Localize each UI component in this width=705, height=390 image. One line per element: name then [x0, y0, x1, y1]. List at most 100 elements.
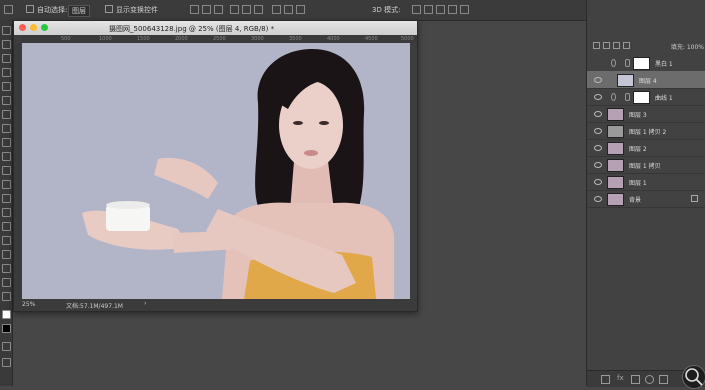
gradient-icon[interactable]	[2, 180, 11, 189]
healing-brush-icon[interactable]	[2, 110, 11, 119]
mask-icon[interactable]	[631, 375, 640, 384]
distribute-icon[interactable]	[284, 5, 293, 14]
layer-name: 图层 3	[629, 112, 647, 119]
layer-thumbnail	[633, 57, 650, 70]
align-top-icon[interactable]	[190, 5, 199, 14]
align-center-icon[interactable]	[242, 5, 251, 14]
align-bottom-icon[interactable]	[214, 5, 223, 14]
layer-row[interactable]: 曲线 1	[587, 88, 705, 106]
layer-row[interactable]: 图层 1 拷贝	[587, 156, 705, 174]
visibility-eye-icon[interactable]	[594, 162, 602, 168]
auto-select-label: 自动选择:	[37, 6, 68, 14]
document-titlebar[interactable]: 摄图网_500643128.jpg @ 25% (图层 4, RGB/8) *	[14, 21, 417, 35]
fx-icon[interactable]: fx	[617, 374, 624, 382]
layer-thumbnail	[607, 193, 624, 206]
type-icon[interactable]	[2, 236, 11, 245]
lock-transparency-icon[interactable]	[593, 42, 600, 49]
screen-mode-icon[interactable]	[2, 358, 11, 367]
layer-row[interactable]: 图层 1 拷贝 2	[587, 122, 705, 140]
3d-rotate-icon[interactable]	[412, 5, 421, 14]
align-middle-icon[interactable]	[202, 5, 211, 14]
blur-icon[interactable]	[2, 194, 11, 203]
quick-select-icon[interactable]	[2, 68, 11, 77]
foreground-color-icon[interactable]	[2, 310, 11, 319]
maximize-button[interactable]	[41, 24, 48, 31]
visibility-eye-icon[interactable]	[594, 94, 602, 100]
status-menu-arrow[interactable]: ›	[144, 300, 146, 307]
link-icon[interactable]	[601, 375, 610, 384]
layer-row[interactable]: 图层 2	[587, 139, 705, 157]
adjustment-icon	[611, 59, 616, 67]
marquee-icon[interactable]	[2, 40, 11, 49]
layer-row[interactable]: 黑白 1	[587, 54, 705, 72]
move-tool-icon[interactable]	[4, 5, 13, 14]
align-left-icon[interactable]	[230, 5, 239, 14]
layers-panel-header	[587, 0, 705, 49]
layer-thumbnail	[617, 74, 634, 87]
layers-panel-footer: fx	[587, 365, 705, 389]
zoom-level[interactable]: 25%	[22, 301, 35, 308]
distribute-icon[interactable]	[296, 5, 305, 14]
visibility-eye-icon[interactable]	[594, 145, 602, 151]
crop-icon[interactable]	[2, 82, 11, 91]
lasso-icon[interactable]	[2, 54, 11, 63]
hand-icon[interactable]	[2, 278, 11, 287]
chain-link-icon	[625, 93, 630, 101]
lock-position-icon[interactable]	[613, 42, 620, 49]
distribute-icon[interactable]	[272, 5, 281, 14]
history-brush-icon[interactable]	[2, 152, 11, 161]
background-color-icon[interactable]	[2, 324, 11, 333]
align-right-icon[interactable]	[254, 5, 263, 14]
image-canvas[interactable]	[22, 43, 410, 299]
dodge-icon[interactable]	[2, 208, 11, 217]
layer-row-selected[interactable]: 图层 4	[587, 71, 705, 89]
fill-value[interactable]: 100%	[687, 44, 704, 51]
ruler-tick: 2000	[175, 36, 188, 42]
layer-thumbnail	[607, 176, 624, 189]
shape-icon[interactable]	[2, 264, 11, 273]
layer-thumbnail	[633, 91, 650, 104]
visibility-eye-icon[interactable]	[594, 179, 602, 185]
brush-icon[interactable]	[2, 124, 11, 133]
status-bar: 25% 文档:57.1M/497.1M ›	[14, 299, 417, 311]
quick-mask-icon[interactable]	[2, 342, 11, 351]
checkbox-icon	[26, 5, 34, 13]
minimize-button[interactable]	[30, 24, 37, 31]
layer-row[interactable]: 图层 1	[587, 173, 705, 191]
ruler-tick: 4500	[365, 36, 378, 42]
ruler-tick: 1500	[137, 36, 150, 42]
layer-name: 图层 2	[629, 146, 647, 153]
visibility-eye-icon[interactable]	[594, 111, 602, 117]
auto-select-checkbox[interactable]: 自动选择:	[26, 5, 67, 15]
visibility-eye-icon[interactable]	[594, 196, 602, 202]
show-transform-label: 显示变换控件	[116, 6, 158, 14]
folder-icon[interactable]	[659, 375, 668, 384]
visibility-eye-icon[interactable]	[594, 77, 602, 83]
layer-thumbnail	[607, 142, 624, 155]
zoom-icon[interactable]	[2, 292, 11, 301]
visibility-eye-icon[interactable]	[594, 128, 602, 134]
eyedropper-icon[interactable]	[2, 96, 11, 105]
close-button[interactable]	[19, 24, 26, 31]
3d-slide-icon[interactable]	[448, 5, 457, 14]
pen-icon[interactable]	[2, 222, 11, 231]
3d-roll-icon[interactable]	[424, 5, 433, 14]
mode-3d-label: 3D 模式:	[372, 6, 401, 14]
ruler-tick: 5000	[401, 36, 414, 42]
eraser-icon[interactable]	[2, 166, 11, 175]
auto-select-dropdown[interactable]: 图层	[68, 5, 90, 17]
path-select-icon[interactable]	[2, 250, 11, 259]
chain-link-icon	[625, 59, 630, 67]
magnifier-icon[interactable]	[682, 365, 705, 389]
fill-control[interactable]: 填充: 100%	[671, 42, 704, 51]
layer-row[interactable]: 图层 3	[587, 105, 705, 123]
3d-scale-icon[interactable]	[460, 5, 469, 14]
move-icon[interactable]	[2, 26, 11, 35]
layer-row-background[interactable]: 背景	[587, 190, 705, 208]
3d-drag-icon[interactable]	[436, 5, 445, 14]
lock-pixels-icon[interactable]	[603, 42, 610, 49]
lock-all-icon[interactable]	[623, 42, 630, 49]
clone-stamp-icon[interactable]	[2, 138, 11, 147]
adjustment-icon[interactable]	[645, 375, 654, 384]
show-transform-checkbox[interactable]: 显示变换控件	[105, 5, 158, 15]
